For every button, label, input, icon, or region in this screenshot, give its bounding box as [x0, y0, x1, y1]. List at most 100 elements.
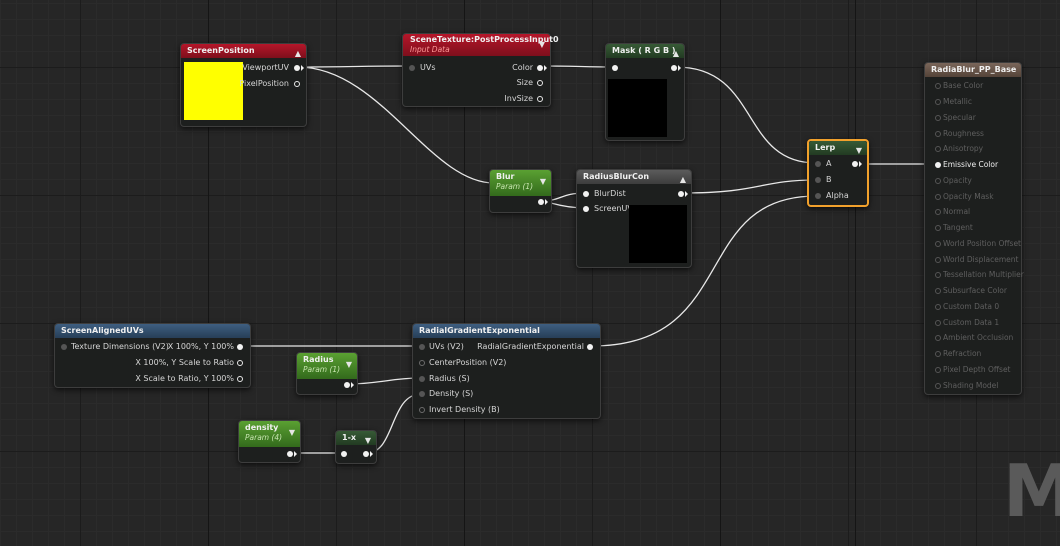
result-pin-emissive-color[interactable]: Emissive Color — [935, 160, 998, 170]
result-pin-tangent[interactable]: Tangent — [935, 223, 973, 233]
output-pin-invsize[interactable] — [537, 96, 543, 102]
input-pin-invert-density[interactable] — [419, 407, 425, 413]
output-pin-lerp[interactable] — [852, 161, 858, 167]
output-pin-size[interactable] — [537, 80, 543, 86]
input-pin-one-minus[interactable] — [341, 451, 347, 457]
node-one-minus[interactable]: 1-x ▼ — [335, 430, 377, 464]
result-pin-custom-data-0[interactable]: Custom Data 0 — [935, 302, 999, 312]
result-pin-subsurface-color[interactable]: Subsurface Color — [935, 286, 1007, 296]
result-pin-roughness[interactable]: Roughness — [935, 129, 984, 139]
input-pin[interactable] — [935, 304, 941, 310]
collapse-up-icon[interactable]: ▲ — [680, 173, 686, 187]
node-lerp[interactable]: Lerp ▼ A B Alpha — [807, 139, 869, 207]
input-pin-mask[interactable] — [612, 65, 618, 71]
input-pin[interactable] — [935, 131, 941, 137]
collapse-up-icon[interactable]: ▲ — [295, 47, 301, 61]
collapse-down-icon[interactable]: ▼ — [365, 434, 371, 448]
node-screen-position[interactable]: ScreenPosition ▲ ViewportUV PixelPositio… — [180, 43, 307, 127]
result-pin-metallic[interactable]: Metallic — [935, 97, 972, 107]
result-pin-custom-data-1[interactable]: Custom Data 1 — [935, 318, 999, 328]
input-pin-texture-dimensions[interactable] — [61, 344, 67, 350]
input-pin[interactable] — [935, 225, 941, 231]
input-pin-a[interactable] — [815, 161, 821, 167]
collapse-down-icon[interactable]: ▼ — [856, 144, 862, 158]
input-pin[interactable] — [935, 83, 941, 89]
material-graph-canvas[interactable]: ScreenPosition ▲ ViewportUV PixelPositio… — [0, 0, 1060, 546]
output-pin-color[interactable] — [537, 65, 543, 71]
result-pin-ambient-occlusion[interactable]: Ambient Occlusion — [935, 333, 1013, 343]
result-pin-specular[interactable]: Specular — [935, 113, 976, 123]
node-header[interactable]: 1-x ▼ — [336, 431, 376, 445]
output-pin-xscale-y100[interactable] — [237, 376, 243, 382]
node-header[interactable]: ScreenPosition ▲ — [181, 44, 306, 58]
wire-radiusblur-lerp-b[interactable] — [682, 179, 817, 194]
result-pin-base-color[interactable]: Base Color — [935, 81, 983, 91]
input-pin[interactable] — [935, 288, 941, 294]
result-pin-opacity-mask[interactable]: Opacity Mask — [935, 192, 994, 202]
output-pin-x100-yscale[interactable] — [237, 360, 243, 366]
input-pin[interactable] — [935, 335, 941, 341]
input-pin[interactable] — [935, 257, 941, 263]
node-radius-blur-con[interactable]: RadiusBlurCon ▲ BlurDist ScreenUV — [576, 169, 692, 268]
collapse-down-icon[interactable]: ▼ — [539, 40, 545, 49]
collapse-down-icon[interactable]: ▼ — [540, 177, 546, 186]
input-pin-screenuv[interactable] — [583, 206, 589, 212]
collapse-up-icon[interactable]: ▲ — [673, 47, 679, 61]
node-radial-gradient-exponential[interactable]: RadialGradientExponential UVs (V2) Radia… — [412, 323, 601, 419]
result-pin-anisotropy[interactable]: Anisotropy — [935, 144, 983, 154]
node-screen-aligned-uvs[interactable]: ScreenAlignedUVs Texture Dimensions (V2)… — [54, 323, 251, 388]
input-pin-blurdist[interactable] — [583, 191, 589, 197]
node-header[interactable]: Lerp ▼ — [809, 141, 867, 155]
input-pin[interactable] — [935, 367, 941, 373]
result-pin-normal[interactable]: Normal — [935, 207, 970, 217]
node-header[interactable]: RadiaBlur_PP_Base — [925, 63, 1021, 77]
input-pin-uvs[interactable] — [419, 344, 425, 350]
input-pin[interactable] — [935, 115, 941, 121]
result-pin-world-displacement[interactable]: World Displacement — [935, 255, 1018, 265]
result-pin-world-position-offset[interactable]: World Position Offset — [935, 239, 1021, 249]
input-pin-alpha[interactable] — [815, 193, 821, 199]
input-pin[interactable] — [935, 351, 941, 357]
collapse-down-icon[interactable]: ▼ — [346, 360, 352, 369]
input-pin[interactable] — [935, 209, 941, 215]
output-pin-density[interactable] — [287, 451, 293, 457]
input-pin[interactable] — [935, 194, 941, 200]
output-pin-x100-y100[interactable] — [237, 344, 243, 350]
output-pin-pixelposition[interactable] — [294, 81, 300, 87]
input-pin-center-position[interactable] — [419, 360, 425, 366]
input-pin-radius[interactable] — [419, 376, 425, 382]
input-pin[interactable] — [935, 320, 941, 326]
wire-color-mask[interactable] — [541, 65, 615, 68]
node-header[interactable]: density Param (4) ▼ — [239, 421, 300, 447]
input-pin[interactable] — [935, 99, 941, 105]
node-header[interactable]: ScreenAlignedUVs — [55, 324, 250, 338]
node-header[interactable]: RadialGradientExponential — [413, 324, 600, 338]
input-pin[interactable] — [935, 146, 941, 152]
input-pin[interactable] — [935, 272, 941, 278]
result-pin-shading-model[interactable]: Shading Model — [935, 381, 998, 391]
node-param-radius[interactable]: Radius Param (1) ▼ — [296, 352, 358, 395]
wire-mask-lerp-a[interactable] — [675, 66, 817, 164]
wire-viewportuv-uvs[interactable] — [297, 65, 411, 68]
result-pin-opacity[interactable]: Opacity — [935, 176, 972, 186]
node-mask-rgb[interactable]: Mask ( R G B ) ▲ — [605, 43, 685, 141]
output-pin-radius[interactable] — [344, 382, 350, 388]
node-header[interactable]: Blur Param (1) ▼ — [490, 170, 551, 196]
input-pin[interactable] — [935, 162, 941, 168]
output-pin-blur[interactable] — [538, 199, 544, 205]
output-pin-mask[interactable] — [671, 65, 677, 71]
node-header[interactable]: Radius Param (1) ▼ — [297, 353, 357, 379]
result-pin-tessellation-multiplier[interactable]: Tessellation Multiplier — [935, 270, 1024, 280]
node-param-density[interactable]: density Param (4) ▼ — [238, 420, 301, 463]
collapse-down-icon[interactable]: ▼ — [289, 428, 295, 437]
node-material-result[interactable]: RadiaBlur_PP_Base Base Color Metallic Sp… — [924, 62, 1024, 395]
wire-radius-radius[interactable] — [347, 377, 422, 385]
output-pin-radial-gradient[interactable] — [587, 344, 593, 350]
node-header[interactable]: SceneTexture:PostProcessInput0 Input Dat… — [403, 34, 559, 56]
node-header[interactable]: Mask ( R G B ) ▲ — [606, 44, 684, 58]
input-pin[interactable] — [935, 178, 941, 184]
result-pin-refraction[interactable]: Refraction — [935, 349, 981, 359]
input-pin[interactable] — [935, 383, 941, 389]
output-pin-result[interactable] — [678, 191, 684, 197]
input-pin[interactable] — [935, 241, 941, 247]
